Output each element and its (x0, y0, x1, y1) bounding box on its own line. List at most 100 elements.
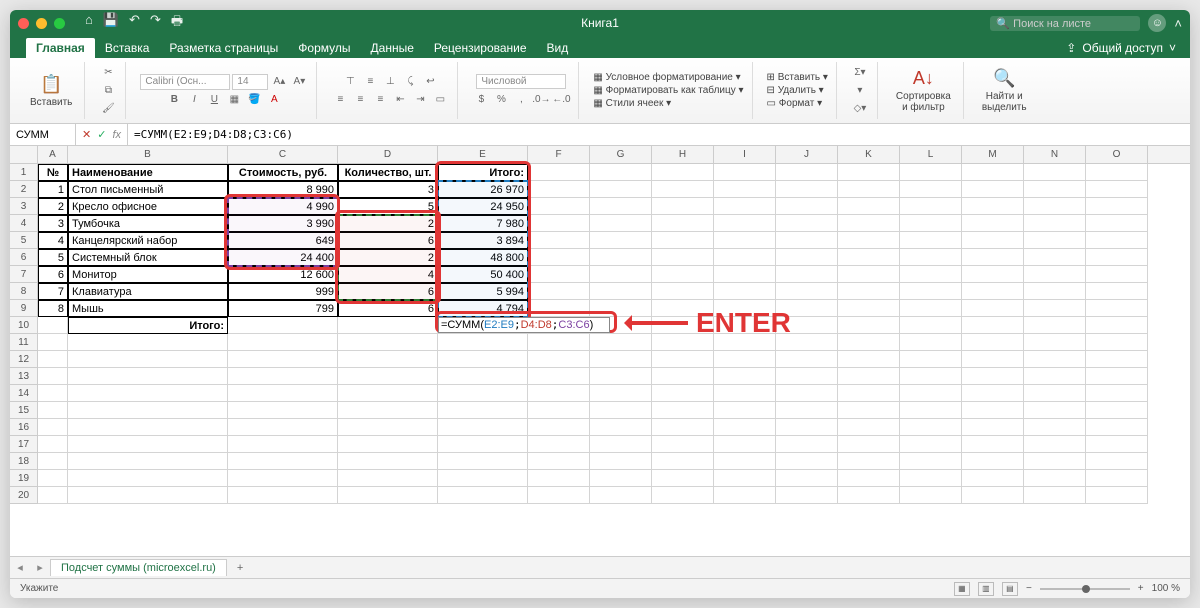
cell[interactable] (1024, 487, 1086, 504)
currency-icon[interactable]: $ (472, 91, 490, 107)
cut-icon[interactable]: ✂ (99, 65, 117, 81)
cell[interactable] (528, 215, 590, 232)
cell[interactable] (652, 198, 714, 215)
cell[interactable] (714, 436, 776, 453)
col-header[interactable]: M (962, 146, 1024, 163)
fx-icon[interactable]: fx (112, 129, 121, 141)
cell[interactable] (776, 487, 838, 504)
border-icon[interactable]: ▦ (225, 92, 243, 108)
cell[interactable] (528, 419, 590, 436)
cell[interactable] (838, 385, 900, 402)
cell[interactable] (528, 402, 590, 419)
cell[interactable] (714, 232, 776, 249)
cell[interactable]: 4 (338, 266, 438, 283)
insert-cells-button[interactable]: ⊞ Вставить ▾ (767, 72, 828, 83)
cell[interactable] (1086, 351, 1148, 368)
format-table-button[interactable]: ▦ Форматировать как таблицу ▾ (593, 85, 743, 96)
cell[interactable]: 4 (38, 232, 68, 249)
cell[interactable] (652, 453, 714, 470)
row-header[interactable]: 17 (10, 436, 37, 453)
cell[interactable] (1086, 317, 1148, 334)
cell[interactable] (438, 487, 528, 504)
cell[interactable] (900, 266, 962, 283)
cell[interactable] (838, 283, 900, 300)
percent-icon[interactable]: % (492, 91, 510, 107)
tab-formulas[interactable]: Формулы (288, 38, 360, 58)
minimize-icon[interactable] (36, 18, 47, 29)
cell[interactable]: 2 (338, 249, 438, 266)
paste-button[interactable]: 📋 Вставить (26, 72, 76, 110)
orientation-icon[interactable]: ⤹ (401, 74, 419, 90)
cell[interactable] (776, 470, 838, 487)
cell[interactable] (1086, 436, 1148, 453)
cell[interactable] (1024, 232, 1086, 249)
cell[interactable] (1086, 249, 1148, 266)
cell[interactable] (838, 181, 900, 198)
cell[interactable] (962, 368, 1024, 385)
format-painter-icon[interactable]: 🖌 (99, 101, 117, 117)
row-header[interactable]: 5 (10, 232, 37, 249)
cell[interactable] (900, 317, 962, 334)
cell[interactable] (838, 368, 900, 385)
cell[interactable] (900, 164, 962, 181)
cell[interactable]: 6 (338, 232, 438, 249)
cell[interactable] (590, 351, 652, 368)
cell[interactable] (1086, 368, 1148, 385)
cell[interactable]: 8 990 (228, 181, 338, 198)
cell[interactable] (228, 334, 338, 351)
cell[interactable] (962, 419, 1024, 436)
cell[interactable] (68, 351, 228, 368)
cell[interactable]: 7 (38, 283, 68, 300)
cell[interactable] (838, 249, 900, 266)
cell[interactable]: Мышь (68, 300, 228, 317)
indent-dec-icon[interactable]: ⇤ (391, 92, 409, 108)
cell[interactable] (962, 249, 1024, 266)
close-icon[interactable] (18, 18, 29, 29)
col-header[interactable]: J (776, 146, 838, 163)
cell[interactable] (68, 419, 228, 436)
cell-styles-button[interactable]: ▦ Стили ячеек ▾ (593, 98, 671, 109)
cell[interactable] (590, 470, 652, 487)
cell[interactable] (776, 266, 838, 283)
row-header[interactable]: 10 (10, 317, 37, 334)
cell[interactable]: Системный блок (68, 249, 228, 266)
cell[interactable]: Стол письменный (68, 181, 228, 198)
cell[interactable] (338, 436, 438, 453)
cell[interactable] (38, 334, 68, 351)
cell[interactable] (962, 232, 1024, 249)
row-header[interactable]: 7 (10, 266, 37, 283)
cell[interactable] (590, 164, 652, 181)
cell[interactable] (338, 487, 438, 504)
save-icon[interactable]: 💾 (103, 12, 119, 34)
cell[interactable] (528, 385, 590, 402)
cell[interactable] (838, 436, 900, 453)
cell[interactable] (228, 317, 338, 334)
cell[interactable] (590, 249, 652, 266)
cell[interactable] (338, 351, 438, 368)
cell[interactable] (652, 266, 714, 283)
cell[interactable] (1024, 215, 1086, 232)
row-header[interactable]: 9 (10, 300, 37, 317)
clear-icon[interactable]: ◇▾ (851, 101, 869, 117)
cell[interactable] (338, 453, 438, 470)
cell[interactable] (68, 470, 228, 487)
row-header[interactable]: 14 (10, 385, 37, 402)
cell[interactable] (1086, 181, 1148, 198)
cell[interactable]: 50 400 (438, 266, 528, 283)
number-format-select[interactable] (476, 74, 566, 89)
cell[interactable] (228, 453, 338, 470)
col-header[interactable]: H (652, 146, 714, 163)
cell[interactable]: 48 800 (438, 249, 528, 266)
cell[interactable] (590, 181, 652, 198)
cancel-icon[interactable]: ✕ (82, 128, 91, 141)
cell[interactable] (900, 181, 962, 198)
cell[interactable] (652, 232, 714, 249)
cell[interactable] (528, 453, 590, 470)
cell[interactable] (962, 385, 1024, 402)
cell[interactable] (590, 368, 652, 385)
add-sheet-button[interactable]: + (227, 562, 253, 574)
align-top-icon[interactable]: ⊤ (341, 74, 359, 90)
cell[interactable] (900, 368, 962, 385)
col-header[interactable]: O (1086, 146, 1148, 163)
cell[interactable] (1086, 215, 1148, 232)
